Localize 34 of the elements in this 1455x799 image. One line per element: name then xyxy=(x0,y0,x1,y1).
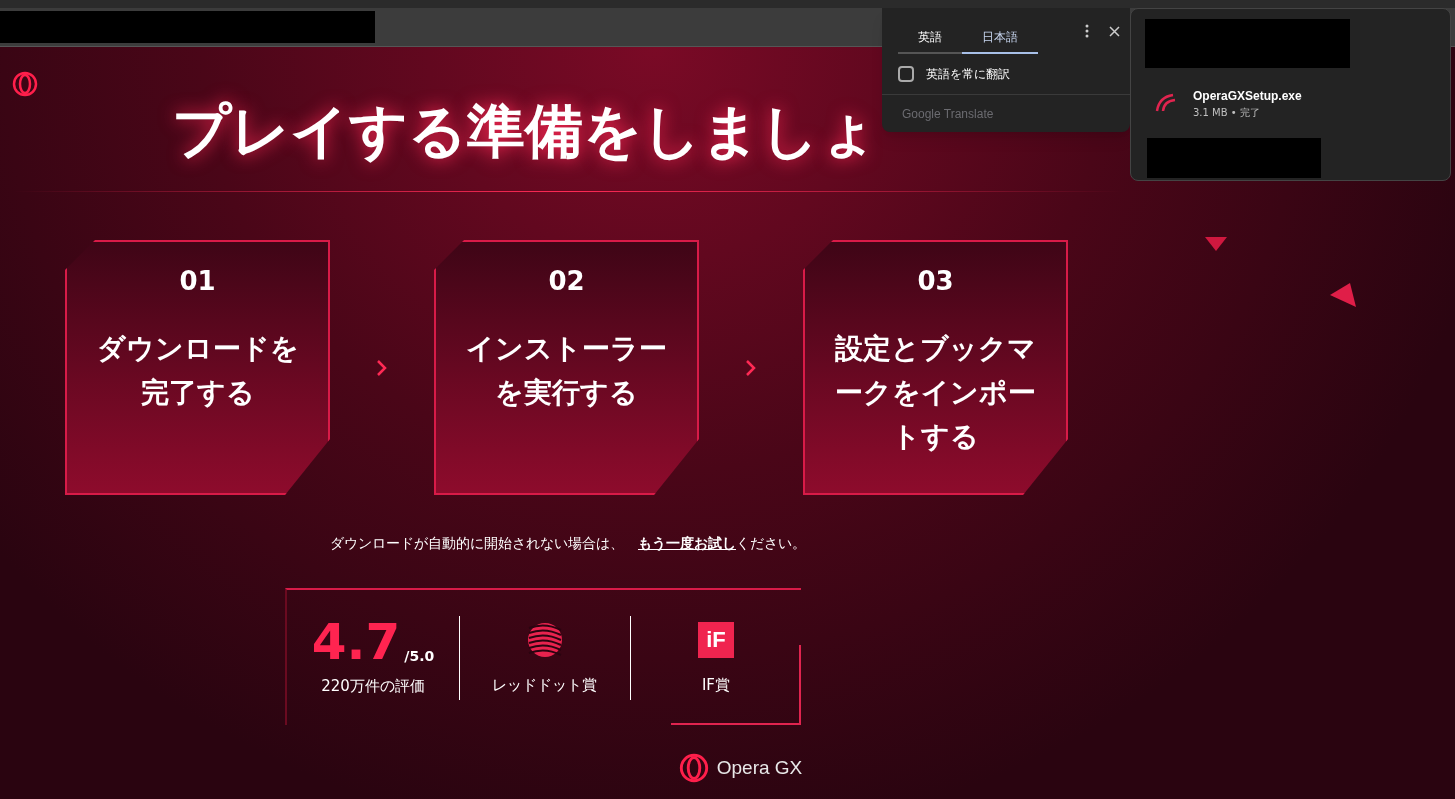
if-logo: iF xyxy=(697,622,734,659)
checkbox[interactable] xyxy=(898,66,914,82)
award-label: レッドドット賞 xyxy=(492,675,598,697)
triangle-icon xyxy=(1330,283,1356,309)
step-number: 01 xyxy=(179,265,216,298)
rating-caption: 220万件の評価 xyxy=(321,676,425,698)
language-tab[interactable]: 英語 xyxy=(898,22,962,54)
step-text: 設定とブックマークをインポートする xyxy=(834,331,1037,455)
page-title: プレイする準備をしましょ xyxy=(172,96,878,167)
chevron-right-icon xyxy=(745,358,757,377)
download-item[interactable]: OperaGXSetup.exe 3.1 MB • 完了 xyxy=(1145,68,1450,138)
google-translate-label: Google Translate xyxy=(902,105,994,123)
download-file-name: OperaGXSetup.exe xyxy=(1193,87,1302,105)
brand-logo-icon xyxy=(678,753,709,783)
more-options-icon[interactable] xyxy=(1085,24,1089,38)
checkbox-label: 英語を常に翻訳 xyxy=(926,66,1010,83)
retry-link[interactable]: もう一度お試し xyxy=(638,535,736,551)
step-text: インストーラーを実行する xyxy=(465,331,668,411)
close-icon[interactable] xyxy=(1109,25,1120,37)
step-number: 03 xyxy=(917,265,954,298)
award-label: IF賞 xyxy=(701,675,730,697)
retry-note: ダウンロードが自動的に開始されない場合は、 もう一度お試し ください。 xyxy=(330,534,806,553)
download-status: 3.1 MB • 完了 xyxy=(1193,105,1261,120)
rating-score: 4.7 xyxy=(311,617,401,668)
rating-scale: /5.0 xyxy=(404,647,435,667)
brand-name: Opera GX xyxy=(716,755,803,780)
step-number: 02 xyxy=(548,265,585,298)
step-text: ダウンロードを完了する xyxy=(95,331,300,411)
opera-logo-icon xyxy=(12,71,38,97)
triangle-icon xyxy=(1205,237,1227,251)
chevron-right-icon xyxy=(376,358,388,377)
language-tab[interactable]: 日本語 xyxy=(962,22,1038,54)
file-arcs-icon xyxy=(1155,93,1177,113)
striped-ball-icon xyxy=(526,622,563,659)
